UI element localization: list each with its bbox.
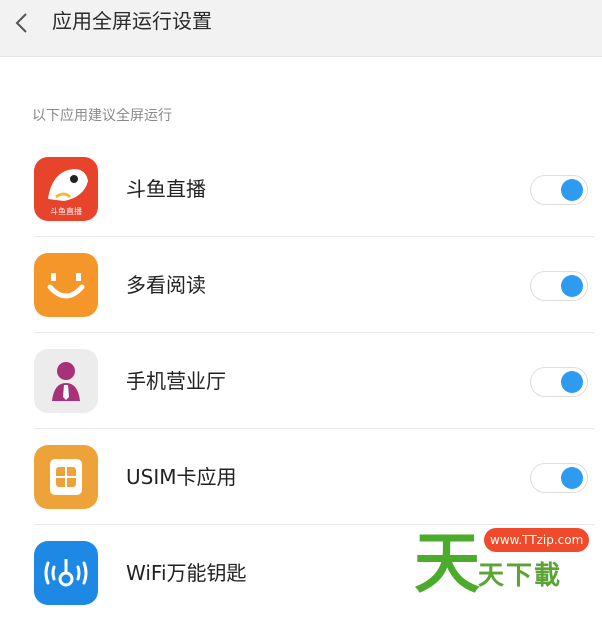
- app-name: 手机营业厅: [126, 369, 226, 393]
- douyu-icon-caption: 斗鱼直播: [50, 207, 82, 216]
- app-name: 多看阅读: [126, 273, 206, 297]
- watermark: 天 www.TTzip.com 天下載: [412, 518, 602, 608]
- page-title: 应用全屏运行设置: [52, 9, 212, 33]
- header-bar: 应用全屏运行设置: [0, 0, 602, 57]
- toggle-knob: [561, 179, 583, 201]
- app-name: WiFi万能钥匙: [126, 561, 247, 585]
- toggle-knob: [561, 275, 583, 297]
- sim-card-app-icon: [34, 445, 98, 509]
- app-row-business-hall: 手机营业厅: [0, 333, 602, 429]
- toggle-knob: [561, 371, 583, 393]
- fullscreen-toggle-usim[interactable]: [530, 463, 588, 493]
- business-hall-app-icon: [34, 349, 98, 413]
- toggle-knob: [561, 467, 583, 489]
- app-row-usim: USIM卡应用: [0, 429, 602, 525]
- app-row-douyu: 斗鱼直播 斗鱼直播: [0, 141, 602, 237]
- watermark-url: www.TTzip.com: [484, 528, 590, 552]
- section-label: 以下应用建议全屏运行: [32, 108, 172, 124]
- fullscreen-toggle-business-hall[interactable]: [530, 367, 588, 397]
- app-name: 斗鱼直播: [126, 177, 206, 201]
- duokan-app-icon: [34, 253, 98, 317]
- watermark-text: 天下載: [478, 561, 563, 591]
- chevron-left-icon: [15, 13, 27, 33]
- fullscreen-toggle-douyu[interactable]: [530, 175, 588, 205]
- douyu-app-icon: 斗鱼直播: [34, 157, 98, 221]
- fullscreen-toggle-duokan[interactable]: [530, 271, 588, 301]
- svg-text:天: 天: [414, 525, 480, 602]
- app-row-duokan: 多看阅读: [0, 237, 602, 333]
- watermark-big-char: 天: [414, 525, 480, 602]
- app-name: USIM卡应用: [126, 465, 237, 489]
- wifi-key-app-icon: [34, 541, 98, 605]
- back-button[interactable]: [12, 10, 34, 36]
